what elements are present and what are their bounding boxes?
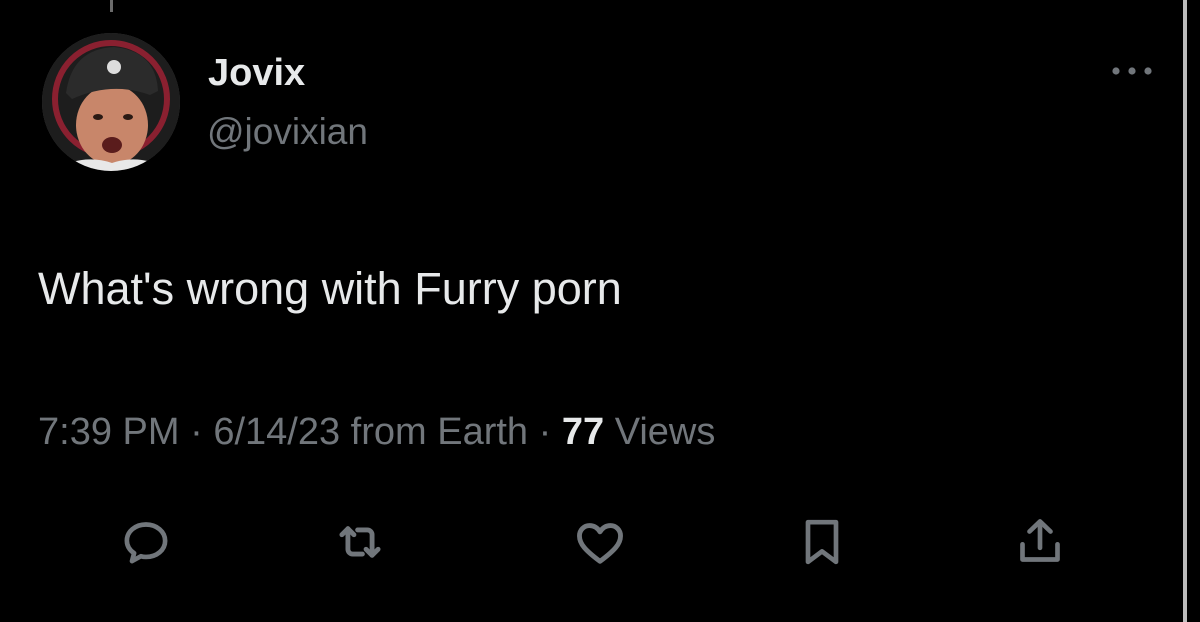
views-label[interactable]: Views xyxy=(615,411,716,453)
heart-icon xyxy=(577,523,623,564)
reply-button[interactable] xyxy=(116,512,176,572)
share-button[interactable] xyxy=(1010,512,1070,572)
bookmark-icon xyxy=(805,519,839,565)
retweet-icon xyxy=(339,526,381,558)
meta-separator: · xyxy=(179,411,214,453)
tweet-meta: 7:39 PM · 6/14/23 from Earth · 77 Views xyxy=(38,408,715,456)
display-name[interactable]: Jovix xyxy=(208,50,305,96)
share-icon xyxy=(1020,519,1060,562)
tweet-source: from Earth xyxy=(350,411,529,453)
ellipsis-icon xyxy=(1112,67,1152,75)
top-divider-tick xyxy=(110,0,113,12)
avatar[interactable] xyxy=(42,33,180,171)
reply-icon xyxy=(124,522,168,564)
views-count[interactable]: 77 xyxy=(562,411,604,453)
tweet-date[interactable]: 6/14/23 xyxy=(213,411,340,453)
like-button[interactable] xyxy=(570,512,630,572)
avatar-photo xyxy=(42,33,180,171)
more-options-button[interactable] xyxy=(1106,58,1158,84)
retweet-button[interactable] xyxy=(330,512,390,572)
user-handle[interactable]: @jovixian xyxy=(207,110,368,154)
meta-separator: · xyxy=(528,411,562,453)
tweet-text: What's wrong with Furry porn xyxy=(38,263,622,314)
bookmark-button[interactable] xyxy=(792,512,852,572)
scrollbar[interactable] xyxy=(1183,0,1187,622)
tweet-time[interactable]: 7:39 PM xyxy=(38,411,180,453)
